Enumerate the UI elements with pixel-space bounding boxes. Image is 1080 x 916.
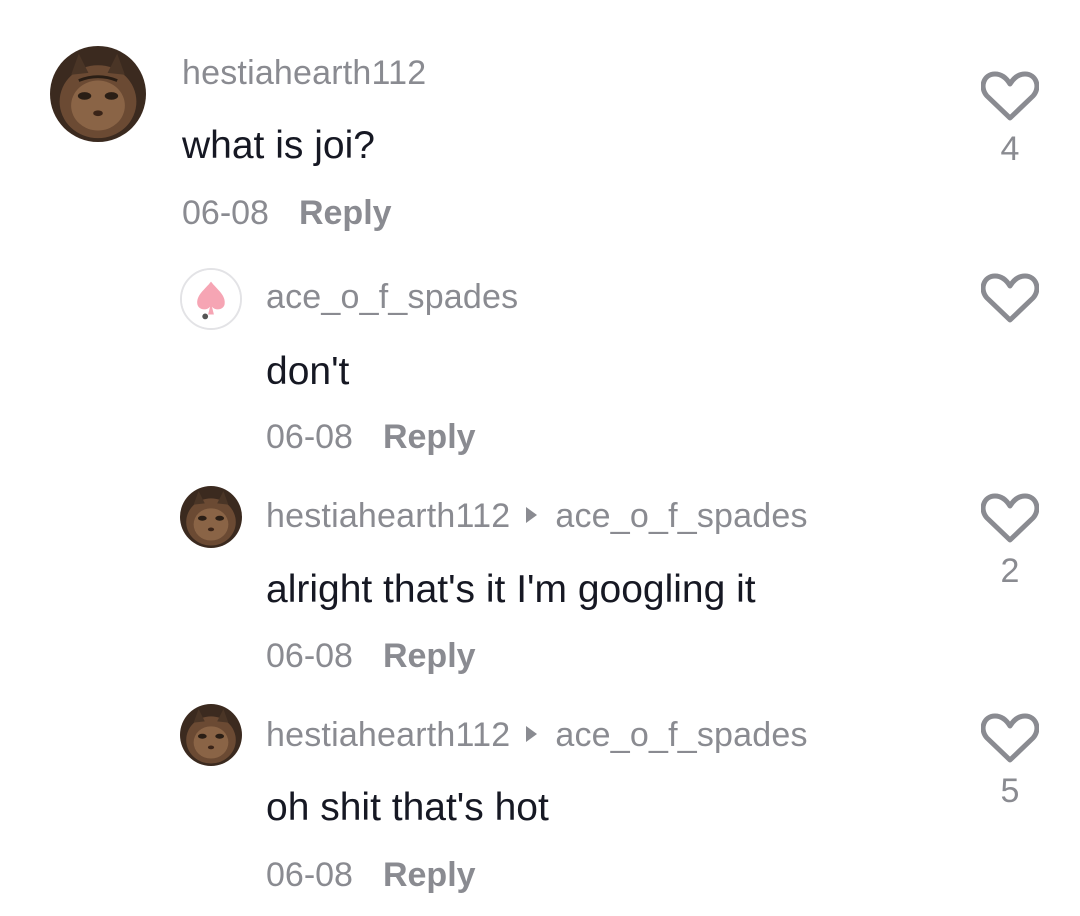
comment-thread: hestiahearth112 what is joi? 06-08 Reply …: [0, 0, 1080, 916]
username-text[interactable]: hestiahearth112: [266, 716, 510, 754]
reply-arrow-icon: [526, 726, 538, 742]
comment-text: alright that's it I'm googling it: [266, 568, 756, 611]
comment-text: what is joi?: [182, 124, 375, 167]
cat-avatar-icon: [50, 46, 146, 142]
comment-username[interactable]: ace_o_f_spades: [266, 278, 518, 317]
heart-icon: [981, 493, 1039, 543]
like-count: 4: [1000, 130, 1020, 168]
cat-avatar-icon: [180, 486, 242, 548]
like-button[interactable]: [978, 272, 1042, 333]
comment-text: oh shit that's hot: [266, 786, 549, 829]
user-avatar[interactable]: [180, 268, 242, 330]
like-button[interactable]: 2: [978, 492, 1042, 591]
like-button[interactable]: 5: [978, 712, 1042, 811]
heart-icon: [981, 273, 1039, 323]
comment-date: 06-08: [266, 856, 353, 894]
comment-meta: 06-08 Reply: [266, 856, 476, 895]
heart-icon: [981, 713, 1039, 763]
comment-date: 06-08: [182, 194, 269, 232]
cat-avatar-icon: [180, 704, 242, 766]
comment-date: 06-08: [266, 637, 353, 675]
reply-to-username[interactable]: ace_o_f_spades: [555, 497, 807, 535]
reply-arrow-icon: [526, 507, 538, 523]
spade-avatar-icon: [182, 270, 240, 328]
like-count: 5: [1000, 772, 1020, 810]
comment-meta: 06-08 Reply: [266, 418, 476, 457]
comment-username[interactable]: hestiahearth112 ace_o_f_spades: [266, 497, 808, 536]
heart-icon: [981, 71, 1039, 121]
comment-username[interactable]: hestiahearth112: [182, 54, 426, 93]
username-text[interactable]: ace_o_f_spades: [266, 278, 518, 316]
reply-button[interactable]: Reply: [383, 418, 476, 456]
comment-date: 06-08: [266, 418, 353, 456]
comment-meta: 06-08 Reply: [266, 637, 476, 676]
reply-button[interactable]: Reply: [299, 194, 392, 232]
reply-button[interactable]: Reply: [383, 637, 476, 675]
like-button[interactable]: 4: [978, 70, 1042, 169]
user-avatar[interactable]: [50, 46, 146, 142]
comment-text: don't: [266, 350, 350, 393]
user-avatar[interactable]: [180, 704, 242, 766]
username-text[interactable]: hestiahearth112: [266, 497, 510, 535]
user-avatar[interactable]: [180, 486, 242, 548]
username-text[interactable]: hestiahearth112: [182, 54, 426, 92]
reply-to-username[interactable]: ace_o_f_spades: [555, 716, 807, 754]
reply-button[interactable]: Reply: [383, 856, 476, 894]
like-count: 2: [1000, 552, 1020, 590]
comment-meta: 06-08 Reply: [182, 194, 392, 233]
comment-username[interactable]: hestiahearth112 ace_o_f_spades: [266, 716, 808, 755]
like-count: [978, 332, 1042, 333]
